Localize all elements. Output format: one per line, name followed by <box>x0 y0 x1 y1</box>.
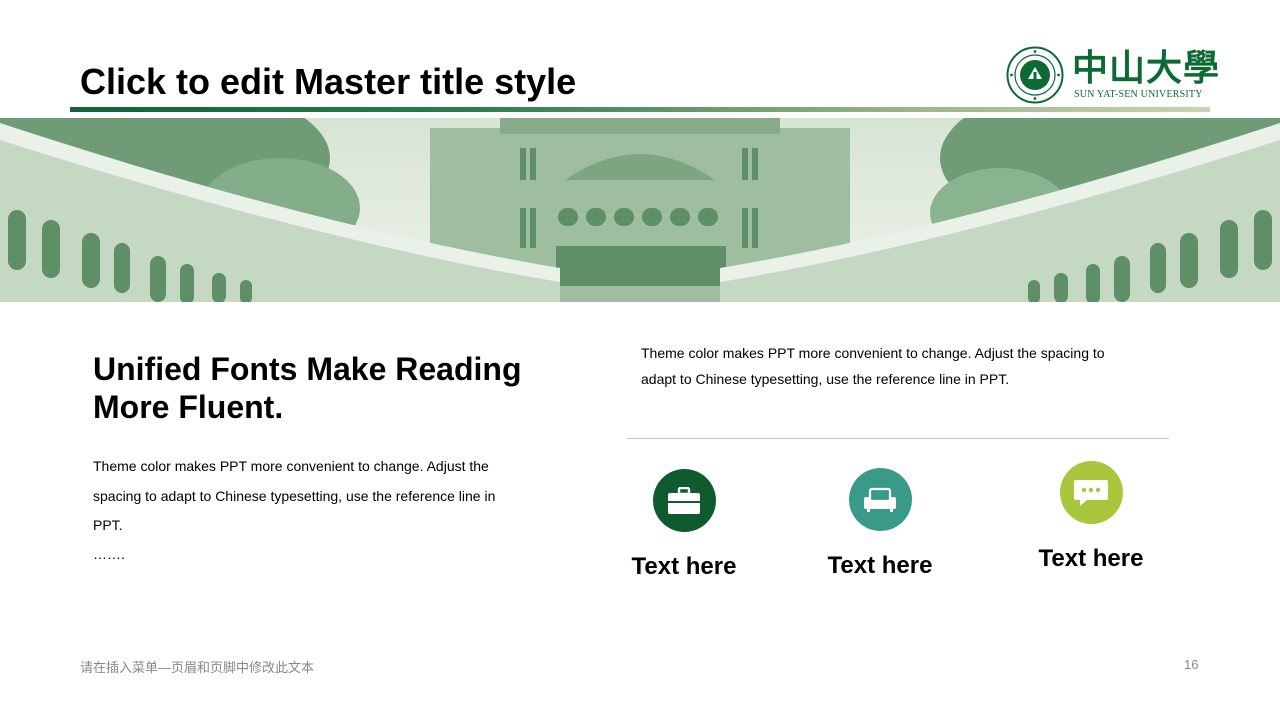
university-logo: 中山大學 SUN YAT-SEN UNIVERSITY <box>1006 46 1219 104</box>
right-divider <box>627 438 1169 439</box>
title-underline <box>70 107 1210 112</box>
right-body-text[interactable]: Theme color makes PPT more convenient to… <box>641 340 1141 392</box>
university-seal-icon <box>1006 46 1064 104</box>
section-heading[interactable]: Unified Fonts Make Reading More Fluent. <box>93 350 573 426</box>
chat-bubble-icon <box>1059 461 1123 524</box>
feature-item-2[interactable]: Text here <box>800 468 960 581</box>
left-ellipsis[interactable]: ……. <box>93 544 125 564</box>
feature-label: Text here <box>827 552 933 579</box>
logo-english-name: SUN YAT-SEN UNIVERSITY <box>1074 89 1203 100</box>
logo-chinese-name: 中山大學 <box>1072 47 1221 89</box>
feature-item-3[interactable]: Text here <box>1011 461 1171 574</box>
campus-banner-image <box>0 118 1280 302</box>
page-number: 16 <box>1184 657 1199 672</box>
master-title[interactable]: Click to edit Master title style <box>80 60 576 104</box>
left-body-text[interactable]: Theme color makes PPT more convenient to… <box>93 452 508 541</box>
sofa-icon <box>848 468 912 531</box>
feature-label: Text here <box>631 553 737 580</box>
feature-label: Text here <box>1038 545 1144 572</box>
briefcase-icon <box>652 469 716 532</box>
footer-text[interactable]: 请在插入菜单—页眉和页脚中修改此文本 <box>80 657 314 676</box>
feature-item-1[interactable]: Text here <box>604 469 764 582</box>
